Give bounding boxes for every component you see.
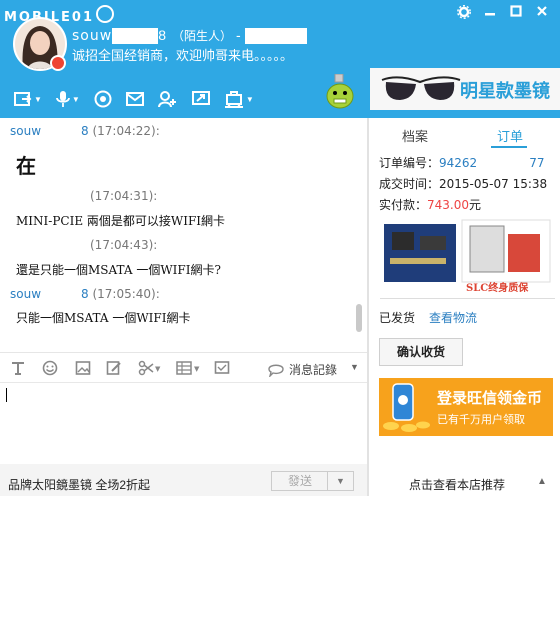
order-status: 已发货 [379,311,416,325]
deal-time: 成交时间：2015-05-07 15:38 [379,175,547,192]
chevron-down-icon[interactable]: ▼ [350,362,359,372]
chat-bubble-icon [268,364,284,377]
name-dash: - [236,27,241,43]
close-icon[interactable] [534,5,550,21]
paid-label: 实付款： [379,198,428,212]
mail-icon[interactable] [125,88,144,110]
file-transfer-icon[interactable]: ▼ [14,88,42,110]
active-tab-indicator [491,146,527,148]
chat-toolbar: ▼ ▼ ▼ [14,88,268,110]
ad-banner[interactable]: 明星款墨镜 [370,68,560,110]
screenshot-icon[interactable] [214,360,232,376]
order-number-label: 订单编号： [379,156,440,170]
right-panel: 档案 订单 订单编号：94262 77 成交时间：2015-05-07 15:38… [369,118,560,496]
scissors-icon[interactable]: ▼ [138,360,162,376]
deal-time-value: 2015-05-07 15:38 [439,177,548,191]
contact-signature: 诚招全国经销商，欢迎帅哥来电。。。。。 [72,48,294,63]
product-image[interactable]: SLC终身质保 [380,216,555,299]
send-button[interactable]: 發送 [271,471,329,491]
scrollbar-thumb[interactable] [356,304,362,332]
message-time: (17:05:40): [92,287,160,301]
panel-tabs: 档案 订单 [369,126,560,150]
window-controls [456,5,550,21]
message-header: souw 8 (17:05:40): [10,287,160,301]
wangxin-ad-title: 登录旺信领金币 [437,390,543,407]
text-cursor [6,388,7,402]
message-sender-suffix: 8 [81,124,89,138]
phone-coins-icon [383,383,430,432]
paid-unit: 元 [469,198,482,212]
mascot-icon[interactable] [325,73,355,110]
tab-archive[interactable]: 档案 [402,126,428,145]
product-caption: SLC终身质保 [466,283,529,294]
message-list[interactable]: souw 8 (17:04:22): 在 (17:04:31): MINI-PCI… [0,118,367,342]
message-time: (17:04:43): [90,238,158,252]
relation-label: （陌生人） [171,29,232,43]
table-icon[interactable]: ▼ [176,360,202,376]
maximize-icon[interactable] [508,5,524,21]
message-header: (17:04:31): [90,189,157,203]
ad-banner-text: 明星款墨镜 [460,81,550,101]
send-options-button[interactable]: ▼ [327,471,354,491]
contact-name-line: souw 8 （陌生人） - [72,27,307,45]
wangxin-ad[interactable]: 登录旺信领金币 已有千万用户领取 [379,378,553,436]
order-number-value[interactable]: 94262 [439,156,477,170]
message-input[interactable] [0,382,367,465]
message-sender-suffix: 8 [81,287,89,301]
font-icon[interactable] [10,360,28,376]
promo-text[interactable]: 品牌太阳鏡墨镜 全场2折起 [8,476,150,493]
message-history-button[interactable]: 消息記錄 [268,361,337,378]
minimize-icon[interactable] [482,5,498,21]
voice-icon[interactable]: ▼ [56,88,80,110]
deal-time-label: 成交时间： [379,177,440,191]
add-contact-icon[interactable] [157,88,178,110]
paid-amount: 实付款：743.00元 [379,196,481,213]
video-icon[interactable] [94,88,112,110]
tab-orders[interactable]: 订单 [497,126,523,145]
contact-name-suffix: 8 [158,27,166,43]
message-header: (17:04:43): [90,238,157,252]
history-label: 消息記錄 [289,363,338,377]
order-number-value-end[interactable]: 77 [529,156,544,170]
view-logistics-link[interactable]: 查看物流 [429,309,477,326]
image-icon[interactable] [75,360,93,376]
status-badge [50,55,66,71]
contact-name: souw [72,28,113,44]
message-text: 還是只能一個MSATA 一個WIFI網卡? [16,263,221,277]
message-header: souw 8 (17:04:22): [10,124,160,138]
confirm-receipt-button[interactable]: 确认收货 [379,338,463,366]
share-screen-icon[interactable] [191,88,210,110]
emoji-icon[interactable] [42,360,60,376]
watermark-logo: MOBILE01 [4,3,114,25]
chat-window: MOBILE01 souw 8 （陌生人） - 诚招全国经销商，欢迎帅哥来电。。… [0,0,560,496]
chat-header: MOBILE01 souw 8 （陌生人） - 诚招全国经销商，欢迎帅哥来电。。… [0,0,560,118]
svg-text:▼: ▼ [194,365,200,373]
message-time: (17:04:31): [90,189,158,203]
svg-text:▼: ▼ [155,365,161,373]
redacted-block [112,28,159,45]
message-text: MINI-PCIE 兩個是都可以接WIFI網卡 [16,214,226,228]
message-sender: souw [10,287,42,301]
gear-icon[interactable] [456,5,472,21]
wangxin-ad-subtitle: 已有千万用户领取 [437,414,525,426]
sunglasses-icon [381,76,461,100]
message-time: (17:04:22): [92,124,160,138]
input-toolbar: ▼ ▼ 消息記錄 ▼ [0,352,367,383]
order-number: 订单编号：94262 77 [379,154,544,171]
logo-mark-icon [96,5,114,23]
bottom-bar: 品牌太阳鏡墨镜 全场2折起 發送 ▼ [0,464,367,496]
edit-icon[interactable] [106,360,124,376]
chevron-up-icon[interactable]: ▲ [537,476,547,487]
remote-assist-icon[interactable]: ▼ [224,88,254,110]
message-text: 在 [16,154,36,178]
redacted-block [244,28,307,45]
store-recommend-link[interactable]: 点击查看本店推荐 [409,476,505,493]
message-text: 只能一個MSATA 一個WIFI網卡 [16,311,191,325]
paid-value: 743.00 [427,198,470,212]
message-sender: souw [10,124,42,138]
